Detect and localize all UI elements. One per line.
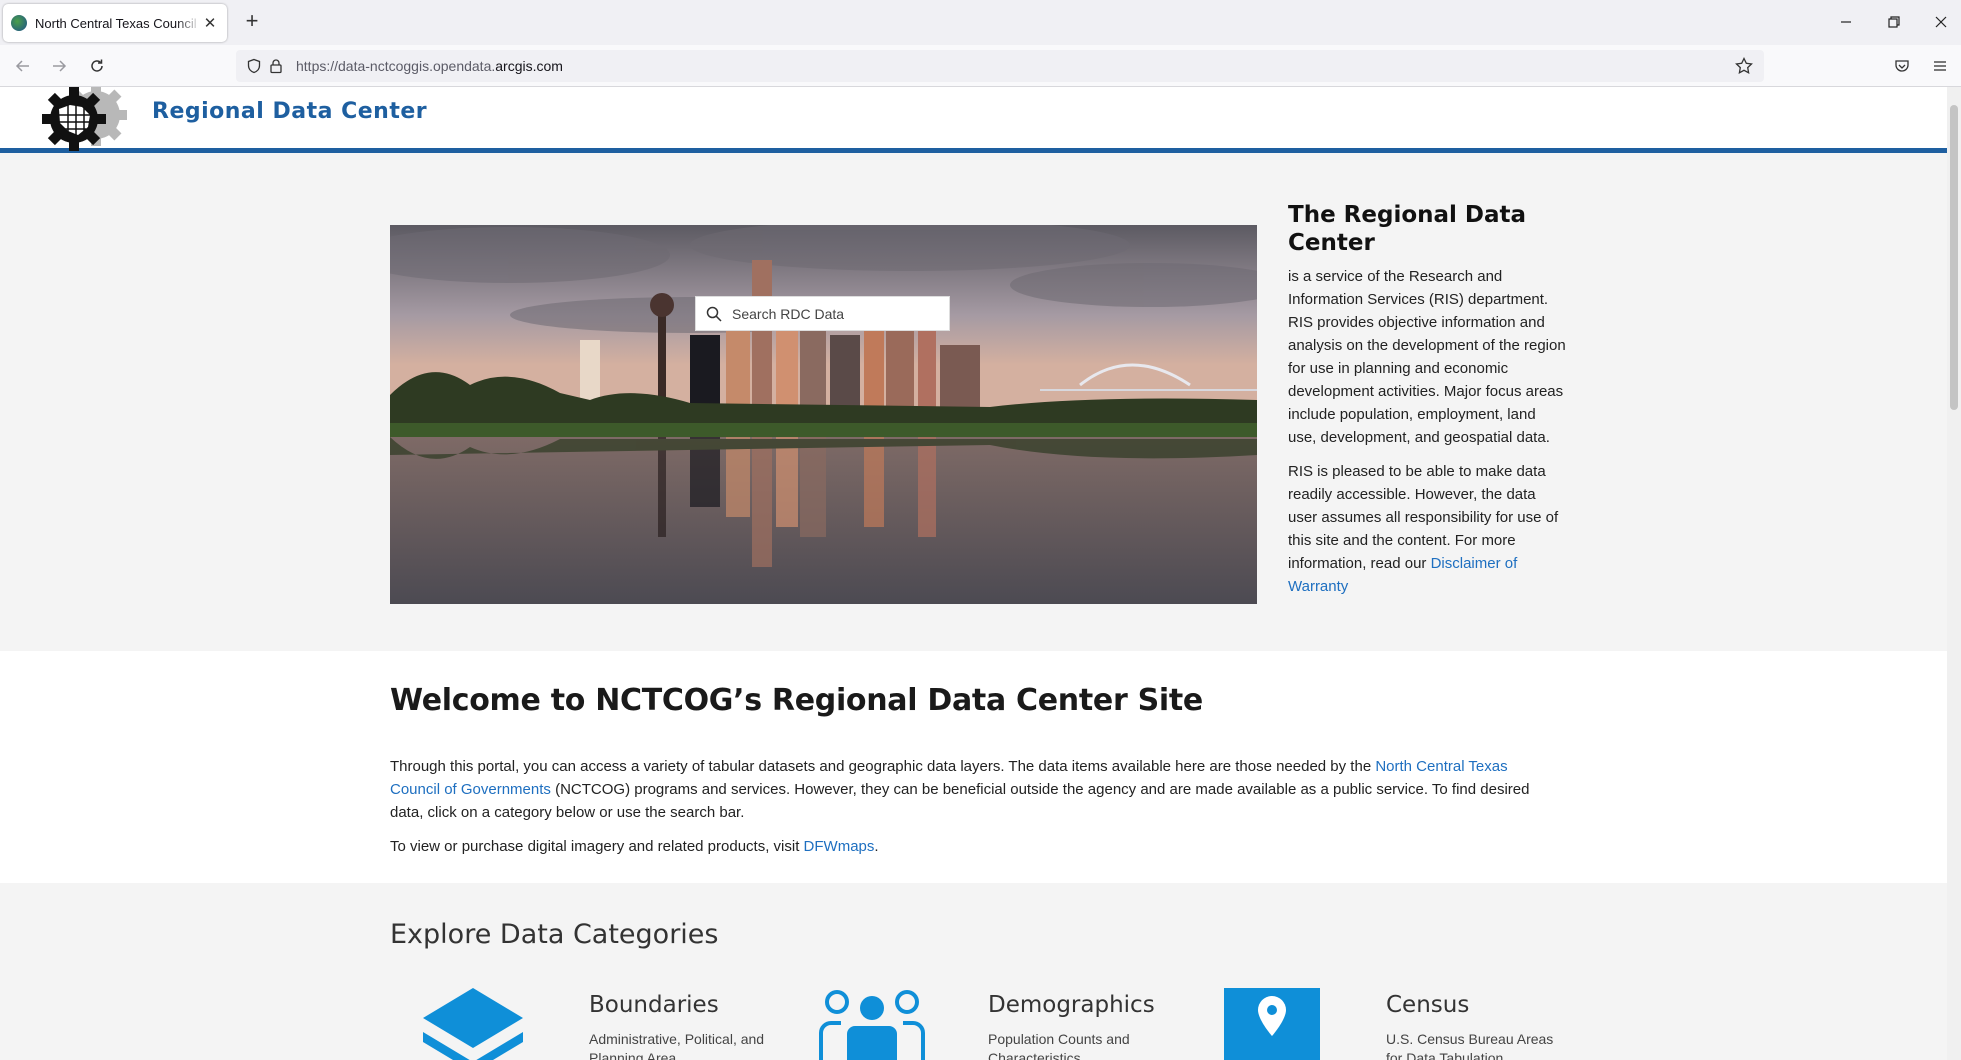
browser-nav-bar: https://data-nctcoggis.opendata.arcgis.c… — [0, 45, 1961, 87]
welcome-paragraph-2: To view or purchase digital imagery and … — [390, 835, 879, 858]
site-favicon-icon — [11, 15, 27, 31]
back-button[interactable] — [11, 54, 35, 78]
category-desc: Administrative, Political, and Planning … — [589, 1031, 765, 1060]
pocket-button[interactable] — [1890, 54, 1914, 78]
url-domain: arcgis.com — [495, 58, 563, 74]
category-title: Demographics — [988, 992, 1155, 1018]
layers-icon — [423, 988, 523, 1060]
forward-button[interactable] — [47, 54, 71, 78]
minimize-button[interactable] — [1826, 8, 1866, 36]
category-boundaries[interactable]: Boundaries Administrative, Political, an… — [418, 988, 764, 1060]
welcome-p1-after: (NCTCOG) programs and services. However,… — [390, 781, 1530, 821]
site-title[interactable]: Regional Data Center — [152, 99, 427, 124]
category-census[interactable]: Census U.S. Census Bureau Areas for Data… — [1224, 988, 1564, 1060]
arrow-right-icon — [53, 60, 67, 72]
hero-section: The Regional Data Center is a service of… — [0, 153, 1947, 651]
category-desc: Population Counts and Characteristics — [988, 1031, 1130, 1060]
page-scrollbar[interactable] — [1947, 87, 1961, 1060]
shield-icon[interactable] — [244, 56, 264, 76]
close-window-button[interactable] — [1921, 8, 1961, 36]
rdc-gear-logo-icon[interactable] — [36, 87, 148, 153]
browser-tab[interactable]: North Central Texas Council of Governmen… — [3, 4, 227, 42]
category-desc: U.S. Census Bureau Areas for Data Tabula… — [1386, 1031, 1554, 1060]
category-title: Census — [1386, 992, 1470, 1018]
explore-title: Explore Data Categories — [390, 919, 719, 950]
explore-section: Explore Data Categories Boundaries Admin… — [0, 883, 1947, 1060]
site-header: Regional Data Center — [0, 87, 1947, 153]
url-text[interactable]: https://data-nctcoggis.opendata.arcgis.c… — [296, 58, 563, 74]
url-prefix: https://data-nctcoggis.opendata. — [296, 58, 496, 74]
reload-icon — [91, 59, 103, 72]
dfwmaps-link[interactable]: DFWmaps — [804, 838, 875, 855]
search-input[interactable] — [732, 305, 932, 322]
address-bar[interactable]: https://data-nctcoggis.opendata.arcgis.c… — [236, 50, 1764, 82]
pocket-icon — [1895, 60, 1909, 72]
hamburger-menu-icon — [1934, 61, 1946, 71]
tab-title: North Central Texas Council of Governmen… — [35, 15, 201, 31]
map-pin-icon — [1224, 988, 1320, 1060]
search-box[interactable] — [695, 296, 950, 331]
minimize-icon — [1841, 21, 1851, 23]
restore-icon — [1888, 16, 1900, 28]
reload-button[interactable] — [85, 54, 109, 78]
scrollbar-thumb[interactable] — [1950, 105, 1958, 410]
restore-button[interactable] — [1874, 8, 1914, 36]
people-icon — [819, 990, 925, 1060]
welcome-p2-before: To view or purchase digital imagery and … — [390, 838, 804, 855]
new-tab-button[interactable]: + — [240, 9, 264, 35]
side-paragraph-1: is a service of the Research and Informa… — [1288, 268, 1566, 446]
arrow-left-icon — [15, 60, 29, 72]
dallas-skyline-image — [390, 225, 1257, 604]
welcome-p2-after: . — [874, 838, 879, 855]
search-icon — [706, 306, 722, 322]
close-icon — [1935, 16, 1947, 28]
menu-button[interactable] — [1928, 54, 1952, 78]
welcome-title: Welcome to NCTCOG’s Regional Data Center… — [390, 683, 1203, 718]
side-paragraph-2: RIS is pleased to be able to make data r… — [1288, 460, 1568, 598]
browser-tab-bar: North Central Texas Council of Governmen… — [0, 0, 1961, 45]
side-title: The Regional Data Center — [1288, 202, 1527, 256]
side-p2-text: RIS is pleased to be able to make data r… — [1288, 463, 1559, 572]
welcome-section: Welcome to NCTCOG’s Regional Data Center… — [0, 651, 1947, 883]
close-tab-icon[interactable]: ✕ — [201, 14, 219, 32]
welcome-p1-before: Through this portal, you can access a va… — [390, 758, 1376, 775]
rdc-intro-panel: The Regional Data Center is a service of… — [1288, 201, 1568, 609]
category-demographics[interactable]: Demographics Population Counts and Chara… — [817, 988, 1157, 1060]
lock-icon[interactable] — [266, 56, 286, 76]
category-title: Boundaries — [589, 992, 719, 1018]
welcome-paragraph-1: Through this portal, you can access a va… — [390, 755, 1560, 824]
bookmark-star-icon[interactable] — [1734, 56, 1754, 76]
